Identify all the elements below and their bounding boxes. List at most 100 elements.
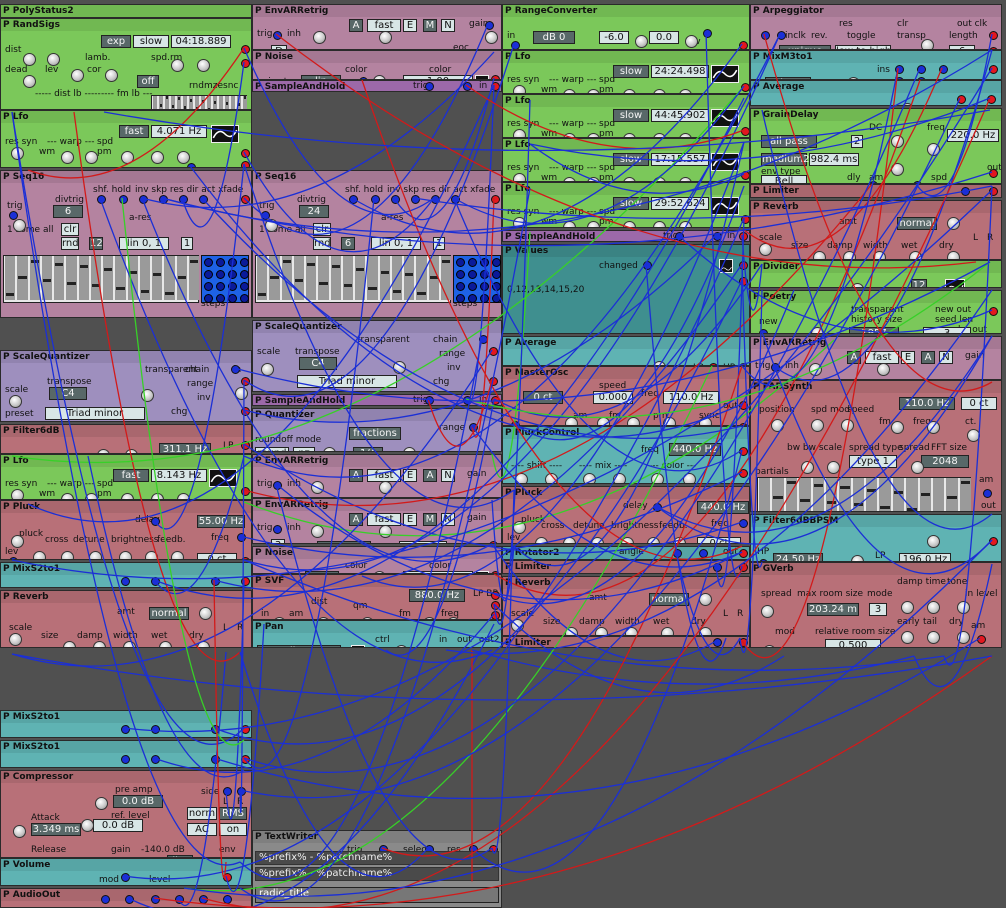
module-title[interactable]: P Values — [503, 245, 749, 257]
module-title[interactable]: P GrainDelay — [751, 109, 1001, 121]
channel-matrix[interactable] — [201, 255, 249, 303]
value-field[interactable]: 880.0 Hz — [409, 589, 465, 602]
value-field[interactable]: 0 ct — [197, 553, 237, 559]
output-jack[interactable] — [241, 45, 250, 54]
input-jack[interactable] — [699, 549, 708, 558]
value-field[interactable]: -6.0 — [599, 31, 629, 44]
input-jack[interactable] — [349, 195, 358, 204]
knob[interactable] — [85, 151, 98, 164]
knob[interactable] — [63, 641, 76, 647]
output-jack[interactable] — [739, 543, 748, 544]
value-field[interactable]: fast — [113, 469, 149, 482]
knob[interactable] — [947, 251, 960, 259]
input-jack[interactable] — [121, 873, 130, 882]
output-jack[interactable] — [489, 647, 498, 648]
value-field[interactable]: nz — [293, 447, 315, 451]
knob[interactable] — [841, 419, 854, 432]
value-field[interactable]: 1.847 ms — [317, 541, 371, 543]
knob[interactable] — [565, 417, 578, 425]
input-jack[interactable] — [175, 895, 184, 904]
output-jack[interactable] — [741, 127, 749, 136]
knob[interactable] — [151, 493, 164, 499]
output-jack[interactable] — [241, 577, 250, 586]
value-field[interactable]: 24.50 Hz — [773, 553, 823, 561]
knob[interactable] — [957, 631, 970, 644]
output-jack[interactable] — [241, 487, 250, 496]
knob[interactable] — [311, 481, 324, 494]
output-jack[interactable] — [491, 195, 500, 204]
input-jack[interactable] — [151, 725, 160, 734]
value-field[interactable]: normal — [149, 607, 189, 620]
module-title[interactable]: P Seq16 — [253, 171, 501, 183]
module-title[interactable]: P MasterOsc — [503, 367, 749, 379]
knob[interactable] — [873, 251, 886, 259]
value-field[interactable]: 203.24 m — [807, 603, 859, 616]
module-title[interactable]: P EnvARRetrig — [253, 499, 501, 511]
knob[interactable] — [759, 243, 772, 256]
value-field[interactable]: 0.500 — [825, 639, 881, 647]
value-field[interactable]: 0.0 — [649, 31, 679, 44]
knob[interactable] — [511, 619, 524, 632]
knob[interactable] — [801, 461, 814, 474]
knob[interactable] — [9, 395, 22, 408]
output-jack[interactable] — [241, 195, 250, 204]
value-field[interactable]: 982.4 ms — [809, 153, 859, 166]
output-jack[interactable] — [241, 557, 250, 559]
output-jack[interactable] — [241, 149, 250, 158]
output-jack[interactable] — [489, 347, 498, 356]
knob[interactable] — [199, 607, 212, 620]
knob[interactable] — [177, 151, 190, 164]
value-field[interactable]: 110.0 Hz — [663, 391, 719, 404]
step-grid[interactable] — [3, 255, 199, 303]
knob[interactable] — [623, 221, 636, 227]
knob[interactable] — [699, 627, 712, 635]
knob[interactable] — [513, 521, 526, 534]
value-field[interactable]: 12 — [89, 237, 103, 250]
knob[interactable] — [85, 493, 98, 499]
module-title[interactable]: P PolyStatus2 — [1, 5, 251, 17]
input-jack[interactable] — [939, 65, 948, 74]
knob[interactable] — [61, 551, 74, 559]
value-field[interactable]: normal — [649, 593, 689, 606]
knob[interactable] — [93, 641, 106, 647]
knob[interactable] — [95, 767, 108, 768]
value-field[interactable]: RMS — [219, 807, 247, 820]
value-field[interactable]: dB 0 — [5, 587, 51, 588]
value-field[interactable]: M — [423, 513, 437, 526]
input-jack[interactable] — [211, 577, 220, 586]
value-field[interactable]: 55.00 Hz — [197, 515, 245, 528]
output-jack[interactable] — [989, 65, 998, 74]
knob[interactable] — [13, 825, 26, 838]
value-field[interactable]: 17:15.557 — [651, 153, 709, 166]
input-jack[interactable] — [479, 335, 488, 344]
knob[interactable] — [663, 417, 676, 425]
module-title[interactable]: P Seq16 — [1, 171, 251, 183]
input-jack[interactable] — [199, 895, 208, 904]
waveform-selector-icon[interactable] — [351, 645, 365, 647]
output-jack[interactable] — [739, 261, 748, 270]
knob[interactable] — [311, 525, 324, 538]
input-jack[interactable] — [273, 481, 282, 490]
module-title[interactable]: P Compressor — [1, 771, 251, 783]
value-field[interactable]: C4 — [49, 387, 87, 400]
value-field[interactable]: dB 0 — [5, 767, 51, 768]
value-field[interactable]: 3 — [923, 327, 971, 333]
knob[interactable] — [683, 473, 696, 483]
knob[interactable] — [177, 493, 190, 499]
output-jack[interactable] — [491, 591, 500, 600]
output-jack[interactable] — [489, 541, 498, 543]
value-field[interactable]: 2048 — [921, 455, 969, 468]
output-jack[interactable] — [739, 469, 748, 478]
value-field[interactable]: 1 — [433, 237, 445, 250]
knob[interactable] — [313, 31, 326, 44]
knob[interactable] — [827, 461, 840, 474]
text-line[interactable]: %prefix% - %patchname% — [255, 867, 499, 881]
knob[interactable] — [513, 85, 526, 93]
value-field[interactable]: Bell — [761, 175, 807, 183]
knob[interactable] — [621, 537, 634, 543]
value-field[interactable]: medium2 — [761, 153, 809, 166]
module-title[interactable]: P Reverb — [503, 577, 749, 589]
value-field[interactable]: all pass — [761, 135, 817, 148]
output-jack[interactable] — [237, 885, 246, 886]
input-jack[interactable] — [121, 725, 130, 734]
